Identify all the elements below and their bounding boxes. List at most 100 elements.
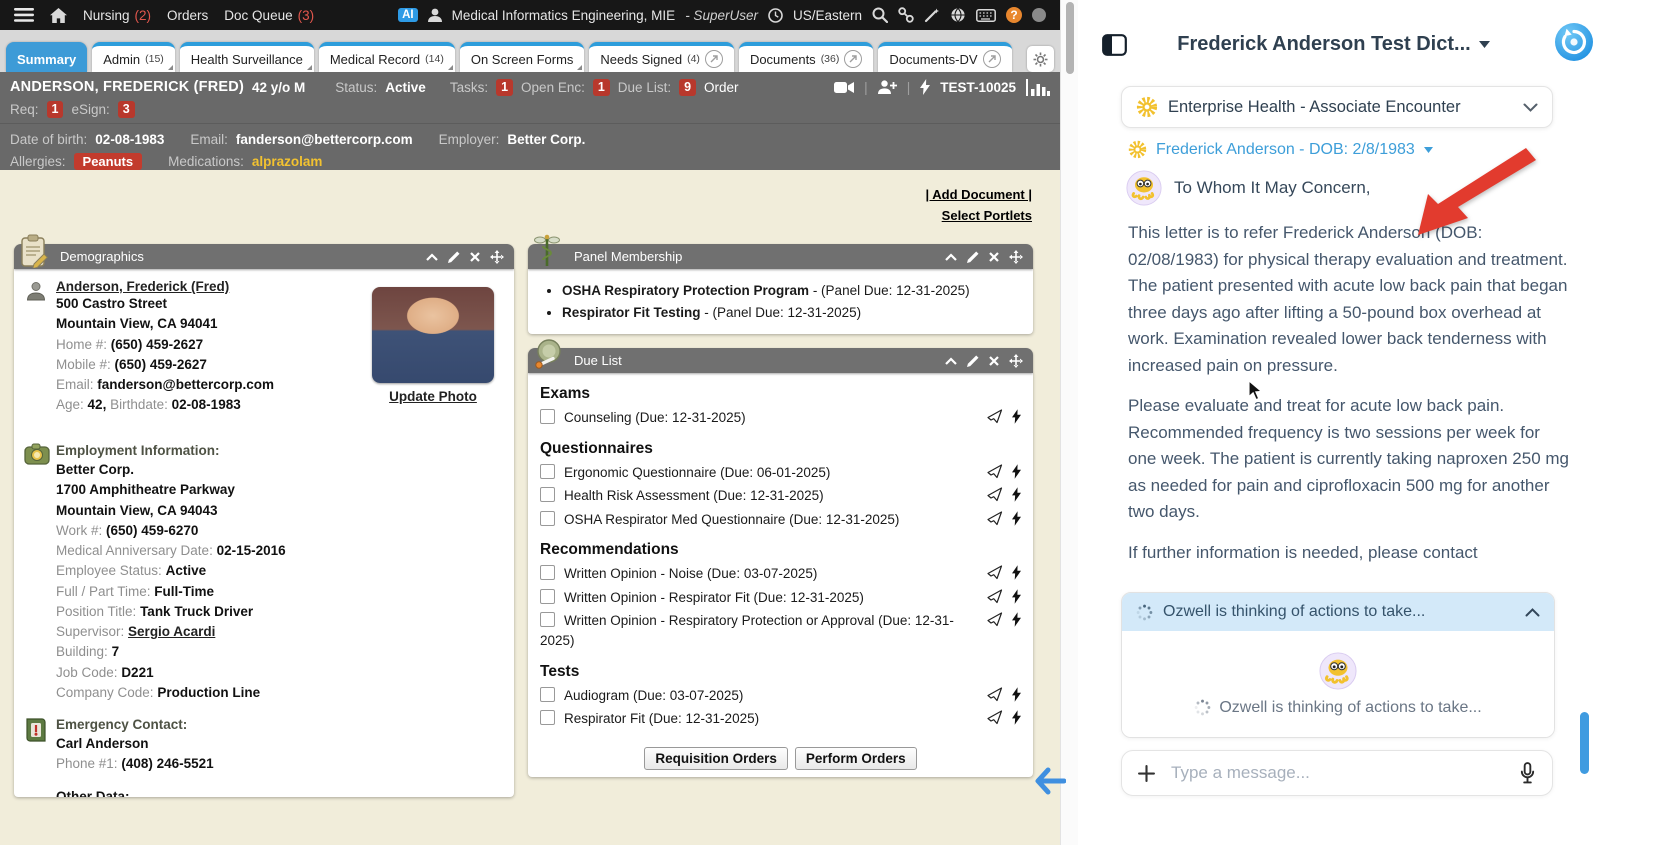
update-photo-link[interactable]: Update Photo (389, 389, 477, 404)
video-visit-icon[interactable] (834, 81, 854, 94)
send-order-icon[interactable] (987, 612, 1003, 627)
employer-value: Better Corp. (507, 132, 585, 147)
tab-admin[interactable]: Admin (15) (92, 42, 175, 72)
due-item-checkbox[interactable] (540, 710, 555, 725)
external-link-icon[interactable] (705, 50, 723, 68)
collapse-icon[interactable] (426, 253, 438, 261)
perform-bolt-icon[interactable] (1012, 409, 1021, 424)
panel-membership-portlet-header[interactable]: Panel Membership (528, 244, 1033, 269)
perform-bolt-icon[interactable] (1012, 565, 1021, 580)
open-enc-count-badge[interactable]: 1 (593, 79, 610, 96)
perform-bolt-icon[interactable] (1012, 710, 1021, 725)
collapse-icon[interactable] (945, 357, 957, 365)
microphone-icon[interactable] (1519, 762, 1536, 785)
move-icon[interactable] (490, 250, 504, 264)
close-icon[interactable] (989, 252, 999, 262)
send-order-icon[interactable] (987, 589, 1003, 604)
tab-documents[interactable]: Documents (36) (739, 42, 873, 72)
due-item-checkbox[interactable] (540, 487, 555, 502)
perform-bolt-icon[interactable] (1012, 612, 1021, 627)
nav-orders[interactable]: Orders (167, 8, 208, 23)
due-item-checkbox[interactable] (540, 565, 555, 580)
send-order-icon[interactable] (987, 710, 1003, 725)
patient-name[interactable]: ANDERSON, FREDERICK (FRED) (10, 79, 244, 95)
requisition-orders-button[interactable]: Requisition Orders (644, 747, 788, 770)
external-link-icon[interactable] (983, 50, 1001, 68)
page-scrollbar-thumb[interactable] (1066, 2, 1074, 74)
add-person-icon[interactable] (878, 80, 897, 94)
perform-orders-button[interactable]: Perform Orders (795, 747, 917, 770)
edit-pencil-icon[interactable] (448, 251, 460, 263)
perform-bolt-icon[interactable] (1012, 487, 1021, 502)
due-item-checkbox[interactable] (540, 511, 555, 526)
assistant-scrollbar-thumb[interactable] (1580, 712, 1589, 774)
collapse-icon[interactable] (945, 253, 957, 261)
demographics-portlet-header[interactable]: Demographics (14, 244, 514, 269)
patient-name-link[interactable]: Anderson, Frederick (Fred) (56, 279, 229, 294)
quick-action-bolt-icon[interactable] (920, 79, 930, 95)
link-icon[interactable] (898, 7, 914, 23)
external-link-icon[interactable] (844, 50, 862, 68)
panel-toggle-icon[interactable] (1102, 34, 1127, 56)
edit-pencil-icon[interactable] (967, 251, 979, 263)
tab-medical-record[interactable]: Medical Record (14) (319, 42, 455, 72)
order-link[interactable]: Order (704, 80, 739, 95)
due-item-checkbox[interactable] (540, 409, 555, 424)
nav-doc-queue[interactable]: Doc Queue (3) (224, 8, 314, 23)
close-icon[interactable] (989, 356, 999, 366)
select-portlets-link[interactable]: Select Portlets (942, 208, 1032, 223)
due-list-portlet-header[interactable]: Due List (528, 348, 1033, 373)
medication-value[interactable]: alprazolam (252, 154, 323, 169)
attach-plus-icon[interactable] (1138, 765, 1155, 782)
supervisor-link[interactable]: Sergio Acardi (128, 624, 215, 639)
move-icon[interactable] (1009, 354, 1023, 368)
send-order-icon[interactable] (987, 687, 1003, 702)
home-icon[interactable] (50, 8, 67, 23)
edit-pencil-icon[interactable] (967, 355, 979, 367)
message-input[interactable] (1169, 762, 1505, 784)
collapse-panel-arrow[interactable] (1034, 766, 1066, 801)
add-document-link[interactable]: | Add Document | (926, 187, 1032, 202)
patient-context-dropdown[interactable]: Frederick Anderson - DOB: 2/8/1983 (1128, 140, 1433, 159)
tab-health-surveillance[interactable]: Health Surveillance (180, 42, 314, 72)
due-item-checkbox[interactable] (540, 589, 555, 604)
encounter-card[interactable]: Enterprise Health - Associate Encounter (1121, 86, 1553, 128)
due-item-checkbox[interactable] (540, 612, 555, 627)
send-order-icon[interactable] (987, 487, 1003, 502)
tab-needs-signed[interactable]: Needs Signed (4) (589, 42, 734, 72)
tab-on-screen-forms[interactable]: On Screen Forms (460, 42, 585, 72)
nav-nursing[interactable]: Nursing (2) (83, 8, 151, 23)
perform-bolt-icon[interactable] (1012, 687, 1021, 702)
due-list-count-badge[interactable]: 9 (679, 79, 696, 96)
wand-icon[interactable] (924, 7, 940, 23)
tasks-count-badge[interactable]: 1 (496, 79, 513, 96)
chevron-down-icon[interactable] (1523, 103, 1538, 112)
tab-summary[interactable]: Summary (6, 42, 87, 72)
ai-badge[interactable]: AI (398, 8, 418, 22)
conversation-title-dropdown[interactable]: Frederick Anderson Test Dict... (1127, 33, 1540, 56)
help-icon[interactable]: ? (1006, 7, 1022, 23)
due-item-checkbox[interactable] (540, 464, 555, 479)
send-order-icon[interactable] (987, 511, 1003, 526)
menu-icon[interactable] (14, 8, 34, 22)
close-icon[interactable] (470, 252, 480, 262)
perform-bolt-icon[interactable] (1012, 511, 1021, 526)
esign-count-badge[interactable]: 3 (118, 101, 135, 118)
due-item-checkbox[interactable] (540, 687, 555, 702)
keyboard-icon[interactable] (976, 9, 996, 22)
send-order-icon[interactable] (987, 464, 1003, 479)
send-order-icon[interactable] (987, 565, 1003, 580)
allergy-badge[interactable]: Peanuts (74, 153, 143, 170)
thinking-card-header[interactable]: Ozwell is thinking of actions to take... (1122, 593, 1554, 631)
send-order-icon[interactable] (987, 409, 1003, 424)
perform-bolt-icon[interactable] (1012, 464, 1021, 479)
move-icon[interactable] (1009, 250, 1023, 264)
tab-settings-button[interactable] (1027, 46, 1054, 72)
chevron-up-icon[interactable] (1525, 608, 1540, 617)
req-count-badge[interactable]: 1 (47, 101, 64, 118)
globe-icon[interactable] (950, 7, 966, 23)
perform-bolt-icon[interactable] (1012, 589, 1021, 604)
search-icon[interactable] (872, 7, 888, 23)
chart-stats-icon[interactable] (1026, 79, 1050, 96)
tab-documents-dv[interactable]: Documents-DV (878, 42, 1011, 72)
